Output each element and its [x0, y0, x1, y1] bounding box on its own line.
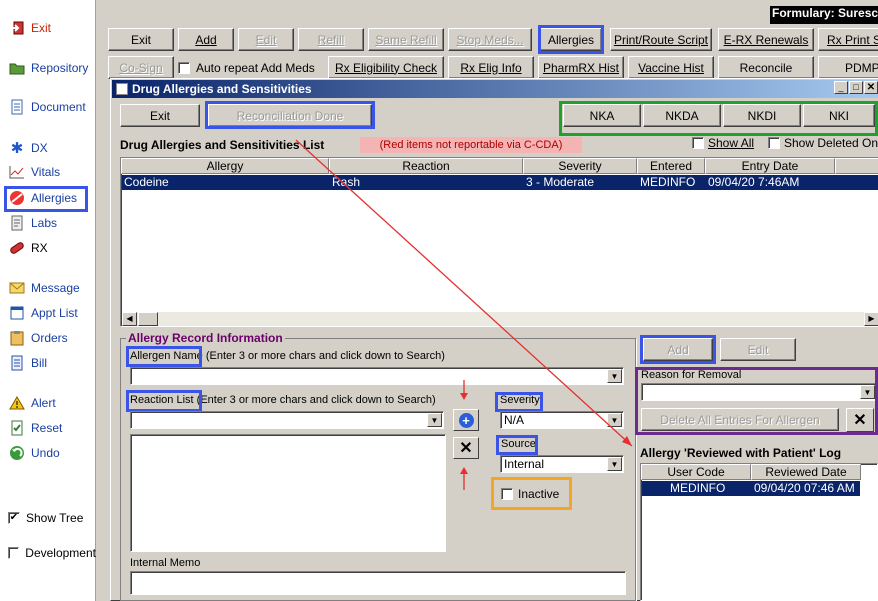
annotation-overlay [295, 139, 633, 490]
annotation-line [295, 139, 633, 447]
arrowhead-down-icon [460, 393, 468, 400]
app-window: Exit Repository Document ✱ DX Vitals Alle… [0, 0, 878, 601]
arrowhead-up-icon [460, 467, 468, 474]
